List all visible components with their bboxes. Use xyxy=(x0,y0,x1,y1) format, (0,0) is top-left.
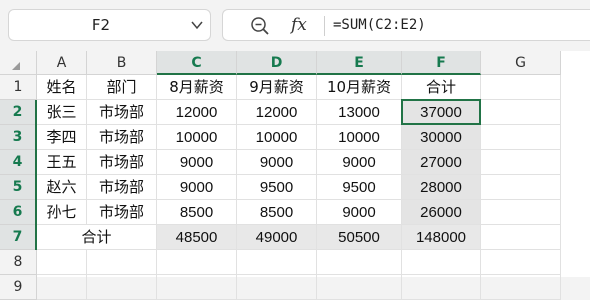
spreadsheet-grid[interactable]: A B C D E F G 1 2 3 4 5 6 7 8 9 姓名 部门 8月薪资 9月薪资 10月薪资 合计 张三 市场部… xyxy=(0,51,590,300)
row-header-9[interactable]: 9 xyxy=(0,275,37,300)
cell-g8[interactable] xyxy=(481,250,561,275)
cell-e5[interactable]: 9500 xyxy=(317,175,402,200)
cell-e1[interactable]: 10月薪资 xyxy=(317,75,402,100)
cell-a6[interactable]: 孙七 xyxy=(37,200,87,225)
cell-a9[interactable] xyxy=(37,275,87,300)
name-box[interactable]: F2 xyxy=(8,9,211,41)
cell-c9[interactable] xyxy=(157,275,237,300)
cell-c6[interactable]: 8500 xyxy=(157,200,237,225)
cell-e3[interactable]: 10000 xyxy=(317,125,402,150)
row-header-8[interactable]: 8 xyxy=(0,250,37,275)
cell-c1[interactable]: 8月薪资 xyxy=(157,75,237,100)
cell-e9[interactable] xyxy=(317,275,402,300)
column-header-e[interactable]: E xyxy=(317,51,402,75)
cell-b2[interactable]: 市场部 xyxy=(87,100,157,125)
cell-f1[interactable]: 合计 xyxy=(402,75,481,100)
cell-d1[interactable]: 9月薪资 xyxy=(237,75,317,100)
cell-e8[interactable] xyxy=(317,250,402,275)
cell-d8[interactable] xyxy=(237,250,317,275)
row-header-5[interactable]: 5 xyxy=(0,175,37,200)
cell-c7[interactable]: 48500 xyxy=(157,225,237,250)
active-cell-border xyxy=(401,99,481,125)
cell-g5[interactable] xyxy=(481,175,561,200)
column-header-c[interactable]: C xyxy=(157,51,237,75)
cell-a1[interactable]: 姓名 xyxy=(37,75,87,100)
cell-b1[interactable]: 部门 xyxy=(87,75,157,100)
insert-function-button[interactable]: fx xyxy=(291,13,307,37)
cell-b9[interactable] xyxy=(87,275,157,300)
cell-b4[interactable]: 市场部 xyxy=(87,150,157,175)
cell-d9[interactable] xyxy=(237,275,317,300)
formula-input[interactable]: =SUM(C2:E2) xyxy=(333,13,426,37)
cell-a3[interactable]: 李四 xyxy=(37,125,87,150)
chevron-down-icon[interactable] xyxy=(191,20,203,30)
cell-c4[interactable]: 9000 xyxy=(157,150,237,175)
cell-e4[interactable]: 9000 xyxy=(317,150,402,175)
cell-f4[interactable]: 27000 xyxy=(402,150,481,175)
cell-e7[interactable]: 50500 xyxy=(317,225,402,250)
cell-a8[interactable] xyxy=(37,250,87,275)
cell-c2[interactable]: 12000 xyxy=(157,100,237,125)
row-header-2[interactable]: 2 xyxy=(0,100,37,125)
cell-g9[interactable] xyxy=(481,275,561,300)
cell-a4[interactable]: 王五 xyxy=(37,150,87,175)
cell-c5[interactable]: 9000 xyxy=(157,175,237,200)
zoom-icon[interactable] xyxy=(250,16,270,36)
cell-g7[interactable] xyxy=(481,225,561,250)
cell-d6[interactable]: 8500 xyxy=(237,200,317,225)
column-header-a[interactable]: A xyxy=(37,51,87,75)
cell-d5[interactable]: 9500 xyxy=(237,175,317,200)
row-header-6[interactable]: 6 xyxy=(0,200,37,225)
row-header-3[interactable]: 3 xyxy=(0,125,37,150)
cell-a2[interactable]: 张三 xyxy=(37,100,87,125)
cell-c8[interactable] xyxy=(157,250,237,275)
cell-f3[interactable]: 30000 xyxy=(402,125,481,150)
cell-c3[interactable]: 10000 xyxy=(157,125,237,150)
cell-f5[interactable]: 28000 xyxy=(402,175,481,200)
formula-toolbar: F2 fx =SUM(C2:E2) xyxy=(0,0,590,51)
formula-box[interactable]: fx =SUM(C2:E2) xyxy=(222,9,590,41)
cell-d3[interactable]: 10000 xyxy=(237,125,317,150)
row-header-7[interactable]: 7 xyxy=(0,225,37,250)
cell-b5[interactable]: 市场部 xyxy=(87,175,157,200)
cell-g2[interactable] xyxy=(481,100,561,125)
cell-g4[interactable] xyxy=(481,150,561,175)
cell-g3[interactable] xyxy=(481,125,561,150)
column-header-f[interactable]: F xyxy=(402,51,481,75)
column-header-d[interactable]: D xyxy=(237,51,317,75)
row-header-1[interactable]: 1 xyxy=(0,75,37,100)
cell-d4[interactable]: 9000 xyxy=(237,150,317,175)
selection-row-indicator xyxy=(35,100,37,250)
cell-b3[interactable]: 市场部 xyxy=(87,125,157,150)
row-header-4[interactable]: 4 xyxy=(0,150,37,175)
cell-f9[interactable] xyxy=(402,275,481,300)
cell-f8[interactable] xyxy=(402,250,481,275)
cell-d7[interactable]: 49000 xyxy=(237,225,317,250)
cell-a5[interactable]: 赵六 xyxy=(37,175,87,200)
cell-e2[interactable]: 13000 xyxy=(317,100,402,125)
cell-b6[interactable]: 市场部 xyxy=(87,200,157,225)
cell-g1[interactable] xyxy=(481,75,561,100)
select-all-corner[interactable] xyxy=(0,51,37,75)
formula-divider xyxy=(324,16,325,36)
cell-f6[interactable]: 26000 xyxy=(402,200,481,225)
cell-b8[interactable] xyxy=(87,250,157,275)
cell-d2[interactable]: 12000 xyxy=(237,100,317,125)
column-header-g[interactable]: G xyxy=(481,51,561,75)
column-header-b[interactable]: B xyxy=(87,51,157,75)
cell-g6[interactable] xyxy=(481,200,561,225)
cell-e6[interactable]: 9000 xyxy=(317,200,402,225)
cell-a7-merged[interactable]: 合计 xyxy=(37,225,157,250)
name-box-value: F2 xyxy=(91,16,111,34)
cell-f7[interactable]: 148000 xyxy=(402,225,481,250)
